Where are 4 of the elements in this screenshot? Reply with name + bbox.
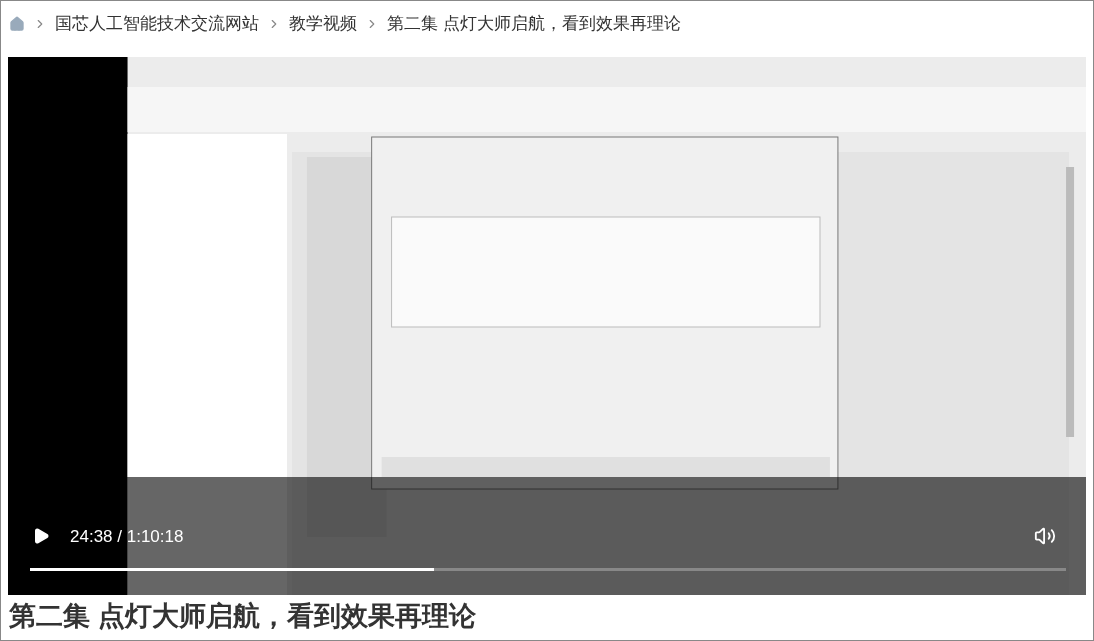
breadcrumb-link[interactable]: 国芯人工智能技术交流网站 — [55, 10, 259, 37]
time-display: 24:38 / 1:10:18 — [70, 525, 184, 548]
breadcrumb-link[interactable]: 教学视频 — [289, 10, 357, 37]
video-title: 第二集 点灯大师启航，看到效果再理论 — [8, 600, 477, 633]
